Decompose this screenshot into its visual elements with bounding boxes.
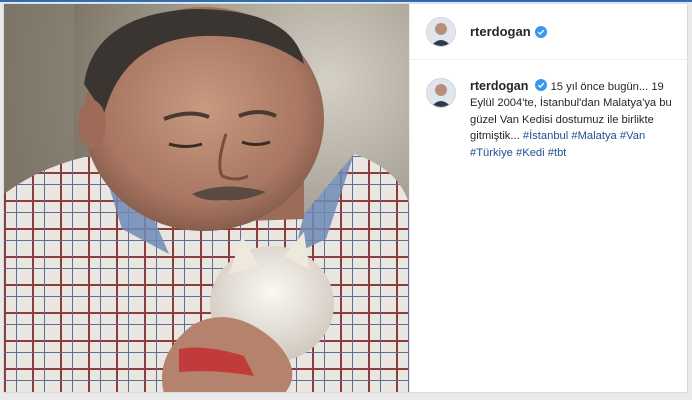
screenshot-frame: rterdogan rterdogan 15 yıl önce bugün...… (0, 0, 692, 400)
hashtag-tbt[interactable]: #tbt (548, 147, 567, 159)
instagram-post: rterdogan rterdogan 15 yıl önce bugün...… (3, 3, 688, 393)
caption-username[interactable]: rterdogan (470, 79, 528, 93)
avatar-portrait-icon (427, 17, 455, 46)
post-sidebar: rterdogan rterdogan 15 yıl önce bugün...… (409, 4, 687, 392)
hashtag-van[interactable]: #Van (620, 130, 645, 142)
verified-badge-icon (535, 79, 548, 91)
caption-avatar[interactable] (426, 78, 456, 108)
avatar-portrait-icon (427, 79, 455, 107)
profile-avatar[interactable] (426, 16, 456, 47)
caption-text: rterdogan 15 yıl önce bugün... 19 Eylül … (470, 78, 676, 161)
verified-badge-icon (534, 25, 547, 38)
hashtag-turkiye[interactable]: #Türkiye (470, 147, 513, 159)
hashtag-istanbul[interactable]: #İstanbul (523, 130, 568, 142)
post-caption: rterdogan 15 yıl önce bugün... 19 Eylül … (426, 78, 676, 161)
post-photo[interactable] (4, 4, 409, 392)
accent-line (0, 0, 692, 2)
photo-illustration (4, 4, 409, 392)
hashtag-malatya[interactable]: #Malatya (571, 130, 616, 142)
header-username[interactable]: rterdogan (470, 24, 531, 39)
hashtag-kedi[interactable]: #Kedi (516, 147, 545, 159)
post-header: rterdogan (410, 4, 687, 60)
